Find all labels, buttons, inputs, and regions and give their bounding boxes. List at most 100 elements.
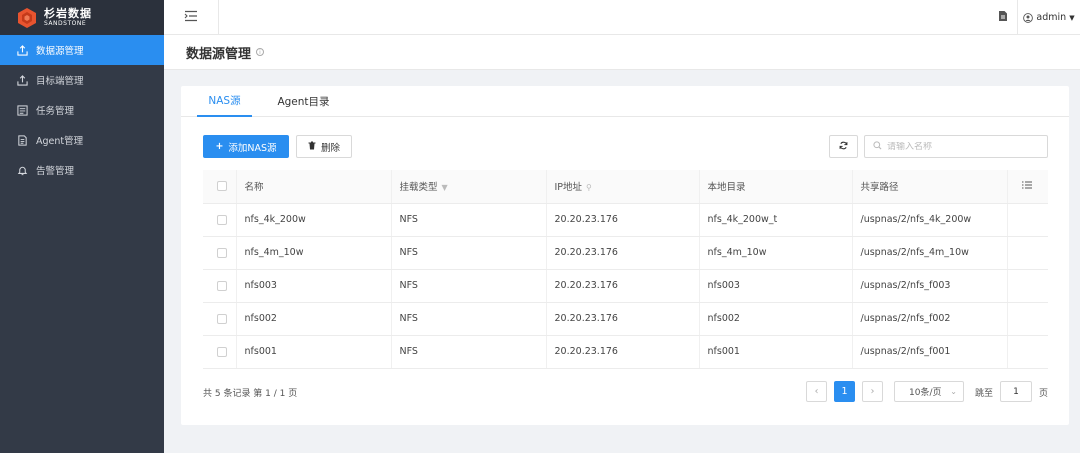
logo[interactable]: 杉岩数据 SANDSTONE bbox=[0, 0, 164, 35]
plus-icon: + bbox=[215, 141, 224, 152]
top-header: admin ▼ bbox=[164, 0, 1080, 35]
cell-local-dir: nfs_4m_10w bbox=[698, 236, 852, 270]
page-size-select[interactable]: 10条/页 ⌄ bbox=[894, 381, 964, 402]
cell-name: nfs_4k_200w bbox=[235, 203, 391, 237]
cell-share-path: /uspnas/2/nfs_f001 bbox=[851, 335, 1007, 369]
row-checkbox[interactable] bbox=[217, 247, 227, 258]
task-list-icon bbox=[16, 104, 28, 116]
logo-name-cn: 杉岩数据 bbox=[44, 6, 92, 20]
column-header-local-dir: 本地目录 bbox=[698, 170, 852, 204]
row-checkbox[interactable] bbox=[217, 214, 227, 225]
table-row[interactable]: nfs_4k_200w NFS 20.20.23.176 nfs_4k_200w… bbox=[203, 203, 1048, 237]
chevron-right-icon: › bbox=[870, 386, 875, 397]
column-header-mount-type[interactable]: 挂载类型 ▼ bbox=[390, 170, 546, 204]
page-title: 数据源管理 bbox=[186, 46, 252, 62]
row-checkbox[interactable] bbox=[217, 280, 227, 291]
user-menu[interactable]: admin ▼ bbox=[1018, 0, 1080, 35]
cell-actions bbox=[1006, 335, 1048, 369]
page-header: 数据源管理 i bbox=[164, 35, 1080, 70]
menu-toggle-button[interactable] bbox=[164, 0, 219, 35]
cell-share-path: /uspnas/2/nfs_4m_10w bbox=[851, 236, 1007, 270]
bell-icon bbox=[16, 164, 28, 176]
column-settings-cell[interactable] bbox=[1006, 170, 1048, 204]
sandstone-logo-icon bbox=[16, 7, 38, 29]
caret-down-icon: ▼ bbox=[1069, 13, 1075, 22]
content-card: NAS源 Agent目录 + 添加NAS源 删除 名称 挂载类型 ▼ bbox=[181, 86, 1069, 425]
file-text-icon bbox=[998, 10, 1008, 25]
cell-mount-type: NFS bbox=[390, 302, 546, 336]
table-row[interactable]: nfs003 NFS 20.20.23.176 nfs003 /uspnas/2… bbox=[203, 269, 1048, 303]
cell-local-dir: nfs_4k_200w_t bbox=[698, 203, 852, 237]
column-header-ip[interactable]: IP地址 ⚲ bbox=[545, 170, 699, 204]
cell-ip: 20.20.23.176 bbox=[545, 269, 699, 303]
row-checkbox[interactable] bbox=[217, 346, 227, 357]
column-list-icon[interactable] bbox=[1021, 181, 1032, 192]
upload-tray-icon bbox=[16, 74, 28, 86]
sidebar-nav: 数据源管理 目标端管理 任务管理 Agent管理 告警管理 bbox=[0, 35, 164, 185]
logo-name-en: SANDSTONE bbox=[44, 19, 87, 27]
cell-share-path: /uspnas/2/nfs_4k_200w bbox=[851, 203, 1007, 237]
cell-share-path: /uspnas/2/nfs_f002 bbox=[851, 302, 1007, 336]
cell-mount-type: NFS bbox=[390, 335, 546, 369]
table-row[interactable]: nfs_4m_10w NFS 20.20.23.176 nfs_4m_10w /… bbox=[203, 236, 1048, 270]
row-select-cell[interactable] bbox=[203, 203, 236, 237]
row-select-cell[interactable] bbox=[203, 269, 236, 303]
search-box[interactable] bbox=[864, 135, 1048, 158]
tab-agent-directory[interactable]: Agent目录 bbox=[271, 86, 336, 117]
cell-actions bbox=[1006, 302, 1048, 336]
table-header-row: 名称 挂载类型 ▼ IP地址 ⚲ 本地目录 共享路径 bbox=[203, 170, 1048, 204]
table-row[interactable]: nfs002 NFS 20.20.23.176 nfs002 /uspnas/2… bbox=[203, 302, 1048, 336]
sidebar-item-alerts[interactable]: 告警管理 bbox=[0, 155, 164, 185]
add-nas-source-button[interactable]: + 添加NAS源 bbox=[203, 135, 289, 158]
row-select-cell[interactable] bbox=[203, 236, 236, 270]
upload-tray-icon bbox=[16, 44, 28, 56]
sidebar-item-label: 告警管理 bbox=[36, 166, 75, 177]
prev-page-button[interactable]: ‹ bbox=[806, 381, 827, 402]
sidebar-item-tasks[interactable]: 任务管理 bbox=[0, 95, 164, 125]
document-icon bbox=[16, 134, 28, 146]
info-icon[interactable]: i bbox=[256, 48, 265, 56]
sidebar-item-label: 数据源管理 bbox=[36, 46, 84, 57]
delete-button-label: 删除 bbox=[320, 142, 340, 154]
cell-actions bbox=[1006, 203, 1048, 237]
tab-nas-source[interactable]: NAS源 bbox=[197, 86, 252, 117]
cell-share-path: /uspnas/2/nfs_f003 bbox=[851, 269, 1007, 303]
select-all-checkbox[interactable] bbox=[217, 181, 227, 192]
chevron-left-icon: ‹ bbox=[814, 386, 819, 397]
sidebar: 杉岩数据 SANDSTONE 数据源管理 目标端管理 任务管理 Agent管理 … bbox=[0, 0, 164, 453]
refresh-button[interactable] bbox=[829, 135, 858, 158]
logo-text: 杉岩数据 SANDSTONE bbox=[44, 6, 92, 28]
row-select-cell[interactable] bbox=[203, 302, 236, 336]
sidebar-item-label: 任务管理 bbox=[36, 106, 75, 117]
filter-icon[interactable]: ▼ bbox=[442, 183, 448, 192]
cell-actions bbox=[1006, 269, 1048, 303]
sidebar-item-label: Agent管理 bbox=[36, 136, 84, 147]
sidebar-item-target[interactable]: 目标端管理 bbox=[0, 65, 164, 95]
search-icon bbox=[873, 140, 882, 153]
search-input[interactable] bbox=[887, 141, 1037, 152]
row-select-cell[interactable] bbox=[203, 335, 236, 369]
username: admin bbox=[1036, 12, 1067, 23]
row-checkbox[interactable] bbox=[217, 313, 227, 324]
sidebar-item-label: 目标端管理 bbox=[36, 76, 84, 87]
sidebar-item-agent[interactable]: Agent管理 bbox=[0, 125, 164, 155]
cell-ip: 20.20.23.176 bbox=[545, 335, 699, 369]
cell-mount-type: NFS bbox=[390, 269, 546, 303]
document-button[interactable] bbox=[988, 0, 1018, 35]
jump-page-input[interactable] bbox=[1000, 381, 1032, 402]
delete-button[interactable]: 删除 bbox=[296, 135, 352, 158]
page-number-button[interactable]: 1 bbox=[834, 381, 855, 402]
next-page-button[interactable]: › bbox=[862, 381, 883, 402]
select-all-cell[interactable] bbox=[203, 170, 236, 204]
table-row[interactable]: nfs001 NFS 20.20.23.176 nfs001 /uspnas/2… bbox=[203, 335, 1048, 369]
sidebar-item-datasource[interactable]: 数据源管理 bbox=[0, 35, 164, 65]
search-icon[interactable]: ⚲ bbox=[586, 183, 592, 192]
trash-icon bbox=[308, 141, 316, 153]
cell-name: nfs002 bbox=[235, 302, 391, 336]
cell-ip: 20.20.23.176 bbox=[545, 236, 699, 270]
cell-local-dir: nfs002 bbox=[698, 302, 852, 336]
column-header-label: IP地址 bbox=[554, 182, 583, 194]
cell-mount-type: NFS bbox=[390, 236, 546, 270]
menu-fold-icon bbox=[184, 10, 198, 25]
cell-actions bbox=[1006, 236, 1048, 270]
